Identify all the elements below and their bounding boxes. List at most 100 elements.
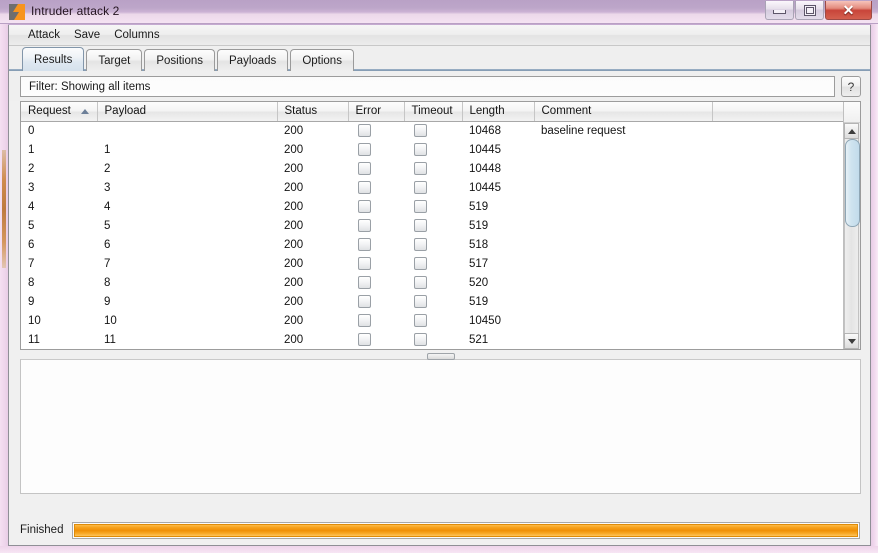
cell-error[interactable] (348, 121, 404, 140)
cell-timeout[interactable] (404, 292, 462, 311)
cell-timeout[interactable] (404, 178, 462, 197)
table-row[interactable]: 101020010450 (21, 311, 843, 330)
checkbox-unchecked-icon[interactable] (358, 200, 371, 213)
checkbox-unchecked-icon[interactable] (414, 162, 427, 175)
help-button[interactable]: ? (841, 76, 861, 97)
scroll-down-button[interactable] (844, 333, 859, 349)
table-row[interactable]: 2220010448 (21, 159, 843, 178)
cell-timeout[interactable] (404, 254, 462, 273)
column-header-comment[interactable]: Comment (534, 102, 712, 121)
column-header-error[interactable]: Error (348, 102, 404, 121)
column-header-timeout[interactable]: Timeout (404, 102, 462, 121)
cell-filler (712, 235, 843, 254)
column-header-length[interactable]: Length (462, 102, 534, 121)
window-controls: ✕ (765, 1, 872, 20)
table-row[interactable]: 44200519 (21, 197, 843, 216)
checkbox-unchecked-icon[interactable] (414, 295, 427, 308)
tab-target[interactable]: Target (86, 49, 142, 71)
checkbox-unchecked-icon[interactable] (414, 257, 427, 270)
cell-error[interactable] (348, 330, 404, 349)
cell-error[interactable] (348, 197, 404, 216)
menu-item-columns[interactable]: Columns (107, 27, 166, 43)
checkbox-unchecked-icon[interactable] (414, 219, 427, 232)
splitter-grip-icon[interactable] (427, 353, 455, 360)
table-row[interactable]: 99200519 (21, 292, 843, 311)
tab-options[interactable]: Options (290, 49, 354, 71)
checkbox-unchecked-icon[interactable] (358, 219, 371, 232)
cell-timeout[interactable] (404, 330, 462, 349)
cell-filler (712, 311, 843, 330)
tab-strip: Results Target Positions Payloads Option… (9, 46, 870, 71)
column-header-status[interactable]: Status (277, 102, 348, 121)
checkbox-unchecked-icon[interactable] (414, 181, 427, 194)
checkbox-unchecked-icon[interactable] (358, 276, 371, 289)
filter-bar[interactable]: Filter: Showing all items (20, 76, 835, 97)
title-bar: Intruder attack 2 ✕ (0, 0, 878, 24)
checkbox-unchecked-icon[interactable] (358, 333, 371, 346)
table-row[interactable]: 3320010445 (21, 178, 843, 197)
checkbox-unchecked-icon[interactable] (414, 124, 427, 137)
cell-timeout[interactable] (404, 311, 462, 330)
checkbox-unchecked-icon[interactable] (414, 143, 427, 156)
checkbox-unchecked-icon[interactable] (414, 238, 427, 251)
cell-timeout[interactable] (404, 216, 462, 235)
cell-error[interactable] (348, 273, 404, 292)
tab-results[interactable]: Results (22, 47, 84, 71)
cell-error[interactable] (348, 254, 404, 273)
burp-suite-icon (9, 4, 25, 20)
checkbox-unchecked-icon[interactable] (414, 333, 427, 346)
checkbox-unchecked-icon[interactable] (414, 200, 427, 213)
table-row[interactable]: 55200519 (21, 216, 843, 235)
menu-item-save[interactable]: Save (67, 27, 107, 43)
cell-timeout[interactable] (404, 235, 462, 254)
panel-splitter[interactable] (20, 352, 861, 359)
table-row[interactable]: 77200517 (21, 254, 843, 273)
cell-error[interactable] (348, 235, 404, 254)
checkbox-unchecked-icon[interactable] (358, 295, 371, 308)
checkbox-unchecked-icon[interactable] (358, 314, 371, 327)
table-row[interactable]: 1120010445 (21, 140, 843, 159)
progress-bar-fill (74, 524, 858, 537)
table-row[interactable]: 88200520 (21, 273, 843, 292)
column-header-payload[interactable]: Payload (97, 102, 277, 121)
checkbox-unchecked-icon[interactable] (358, 124, 371, 137)
scrollbar-thumb[interactable] (845, 139, 860, 227)
table-row[interactable]: 66200518 (21, 235, 843, 254)
scroll-up-button[interactable] (844, 123, 859, 139)
checkbox-unchecked-icon[interactable] (358, 181, 371, 194)
table-row[interactable]: 1111200521 (21, 330, 843, 349)
cell-timeout[interactable] (404, 159, 462, 178)
cell-request: 0 (21, 121, 97, 140)
checkbox-unchecked-icon[interactable] (358, 257, 371, 270)
column-header-request[interactable]: Request (21, 102, 97, 121)
checkbox-unchecked-icon[interactable] (358, 238, 371, 251)
checkbox-unchecked-icon[interactable] (414, 276, 427, 289)
checkbox-unchecked-icon[interactable] (358, 162, 371, 175)
maximize-button[interactable] (795, 1, 824, 20)
cell-timeout[interactable] (404, 197, 462, 216)
cell-error[interactable] (348, 216, 404, 235)
cell-payload: 5 (97, 216, 277, 235)
minimize-button[interactable] (765, 1, 794, 20)
checkbox-unchecked-icon[interactable] (358, 143, 371, 156)
cell-error[interactable] (348, 311, 404, 330)
close-button[interactable]: ✕ (825, 1, 872, 20)
tab-payloads[interactable]: Payloads (217, 49, 288, 71)
cell-timeout[interactable] (404, 273, 462, 292)
cell-error[interactable] (348, 159, 404, 178)
menu-item-attack[interactable]: Attack (21, 27, 67, 43)
cell-timeout[interactable] (404, 121, 462, 140)
cell-comment (534, 140, 712, 159)
tab-positions[interactable]: Positions (144, 49, 215, 71)
checkbox-unchecked-icon[interactable] (414, 314, 427, 327)
scrollbar-track[interactable] (844, 139, 859, 333)
cell-timeout[interactable] (404, 140, 462, 159)
cell-error[interactable] (348, 292, 404, 311)
cell-error[interactable] (348, 140, 404, 159)
cell-filler (712, 197, 843, 216)
cell-error[interactable] (348, 178, 404, 197)
cell-status: 200 (277, 178, 348, 197)
table-row[interactable]: 020010468baseline request (21, 121, 843, 140)
filter-row: Filter: Showing all items ? (9, 71, 870, 101)
results-vertical-scrollbar[interactable] (843, 102, 860, 349)
